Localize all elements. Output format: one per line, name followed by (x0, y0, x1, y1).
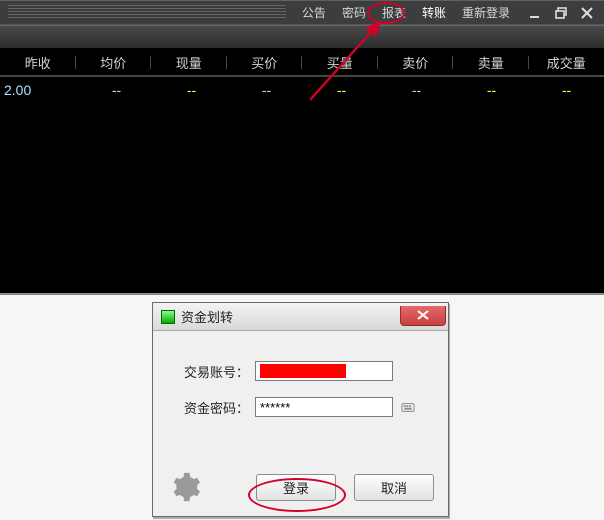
account-redacted-value (260, 364, 346, 378)
table-header-row: 昨收 均价 现量 买价 买量 卖价 卖量 成交量 (0, 50, 604, 75)
menu-item-report[interactable]: 报表 (374, 1, 414, 25)
cell-bid-vol: -- (304, 82, 379, 98)
title-bar: 公告 密码 报表 转账 重新登录 (0, 0, 604, 25)
dialog-title-bar[interactable]: 资金划转 (153, 303, 448, 331)
row-password: 资金密码： (173, 397, 428, 417)
password-input[interactable] (255, 397, 393, 417)
col-header: 均价 (76, 53, 152, 72)
menu-item-transfer[interactable]: 转账 (414, 1, 454, 25)
restore-button[interactable] (548, 1, 574, 25)
dialog-app-icon (161, 310, 175, 324)
account-label: 交易账号： (173, 362, 249, 381)
settings-gear-icon[interactable] (167, 470, 201, 504)
close-icon (581, 7, 593, 19)
minimize-icon (529, 7, 541, 19)
soft-keyboard-icon[interactable] (401, 400, 415, 414)
dialog-close-button[interactable] (400, 306, 446, 326)
quote-table: 昨收 均价 现量 买价 买量 卖价 卖量 成交量 2.00 -- -- -- -… (0, 50, 604, 293)
col-header: 卖量 (453, 53, 529, 72)
cell-bid: -- (229, 82, 304, 98)
close-button[interactable] (574, 1, 600, 25)
trading-panel: 公告 密码 报表 转账 重新登录 (0, 0, 604, 295)
toolbar-separator (0, 25, 604, 50)
col-header: 现量 (151, 53, 227, 72)
login-button[interactable]: 登录 (256, 474, 336, 501)
row-account: 交易账号： (173, 361, 428, 381)
col-header: 卖价 (378, 53, 454, 72)
cell-ask: -- (379, 82, 454, 98)
fund-transfer-dialog: 资金划转 交易账号： 资金密码： (152, 302, 449, 517)
password-label: 资金密码： (173, 398, 249, 417)
menu-item-password[interactable]: 密码 (334, 1, 374, 25)
col-header: 买量 (302, 53, 378, 72)
dialog-title: 资金划转 (181, 307, 400, 326)
top-menu: 公告 密码 报表 转账 重新登录 (294, 1, 518, 24)
menu-item-notice[interactable]: 公告 (294, 1, 334, 25)
restore-icon (555, 7, 567, 19)
minimize-button[interactable] (522, 1, 548, 25)
dialog-footer: 登录 取消 (153, 462, 448, 516)
close-icon (417, 310, 429, 320)
cell-vol-now: -- (154, 82, 229, 98)
cell-avg: -- (79, 82, 154, 98)
cell-close: 2.00 (0, 82, 79, 98)
col-header: 成交量 (529, 53, 604, 72)
table-row[interactable]: 2.00 -- -- -- -- -- -- -- (0, 77, 604, 102)
cancel-button[interactable]: 取消 (354, 474, 434, 501)
col-header: 昨收 (0, 53, 76, 72)
window-controls (518, 1, 604, 24)
cell-ask-vol: -- (454, 82, 529, 98)
titlebar-grip (8, 5, 286, 20)
col-header: 买价 (227, 53, 303, 72)
dialog-body: 交易账号： 资金密码： (153, 331, 448, 462)
menu-item-relogin[interactable]: 重新登录 (454, 1, 518, 25)
cell-turnover: -- (529, 82, 604, 98)
